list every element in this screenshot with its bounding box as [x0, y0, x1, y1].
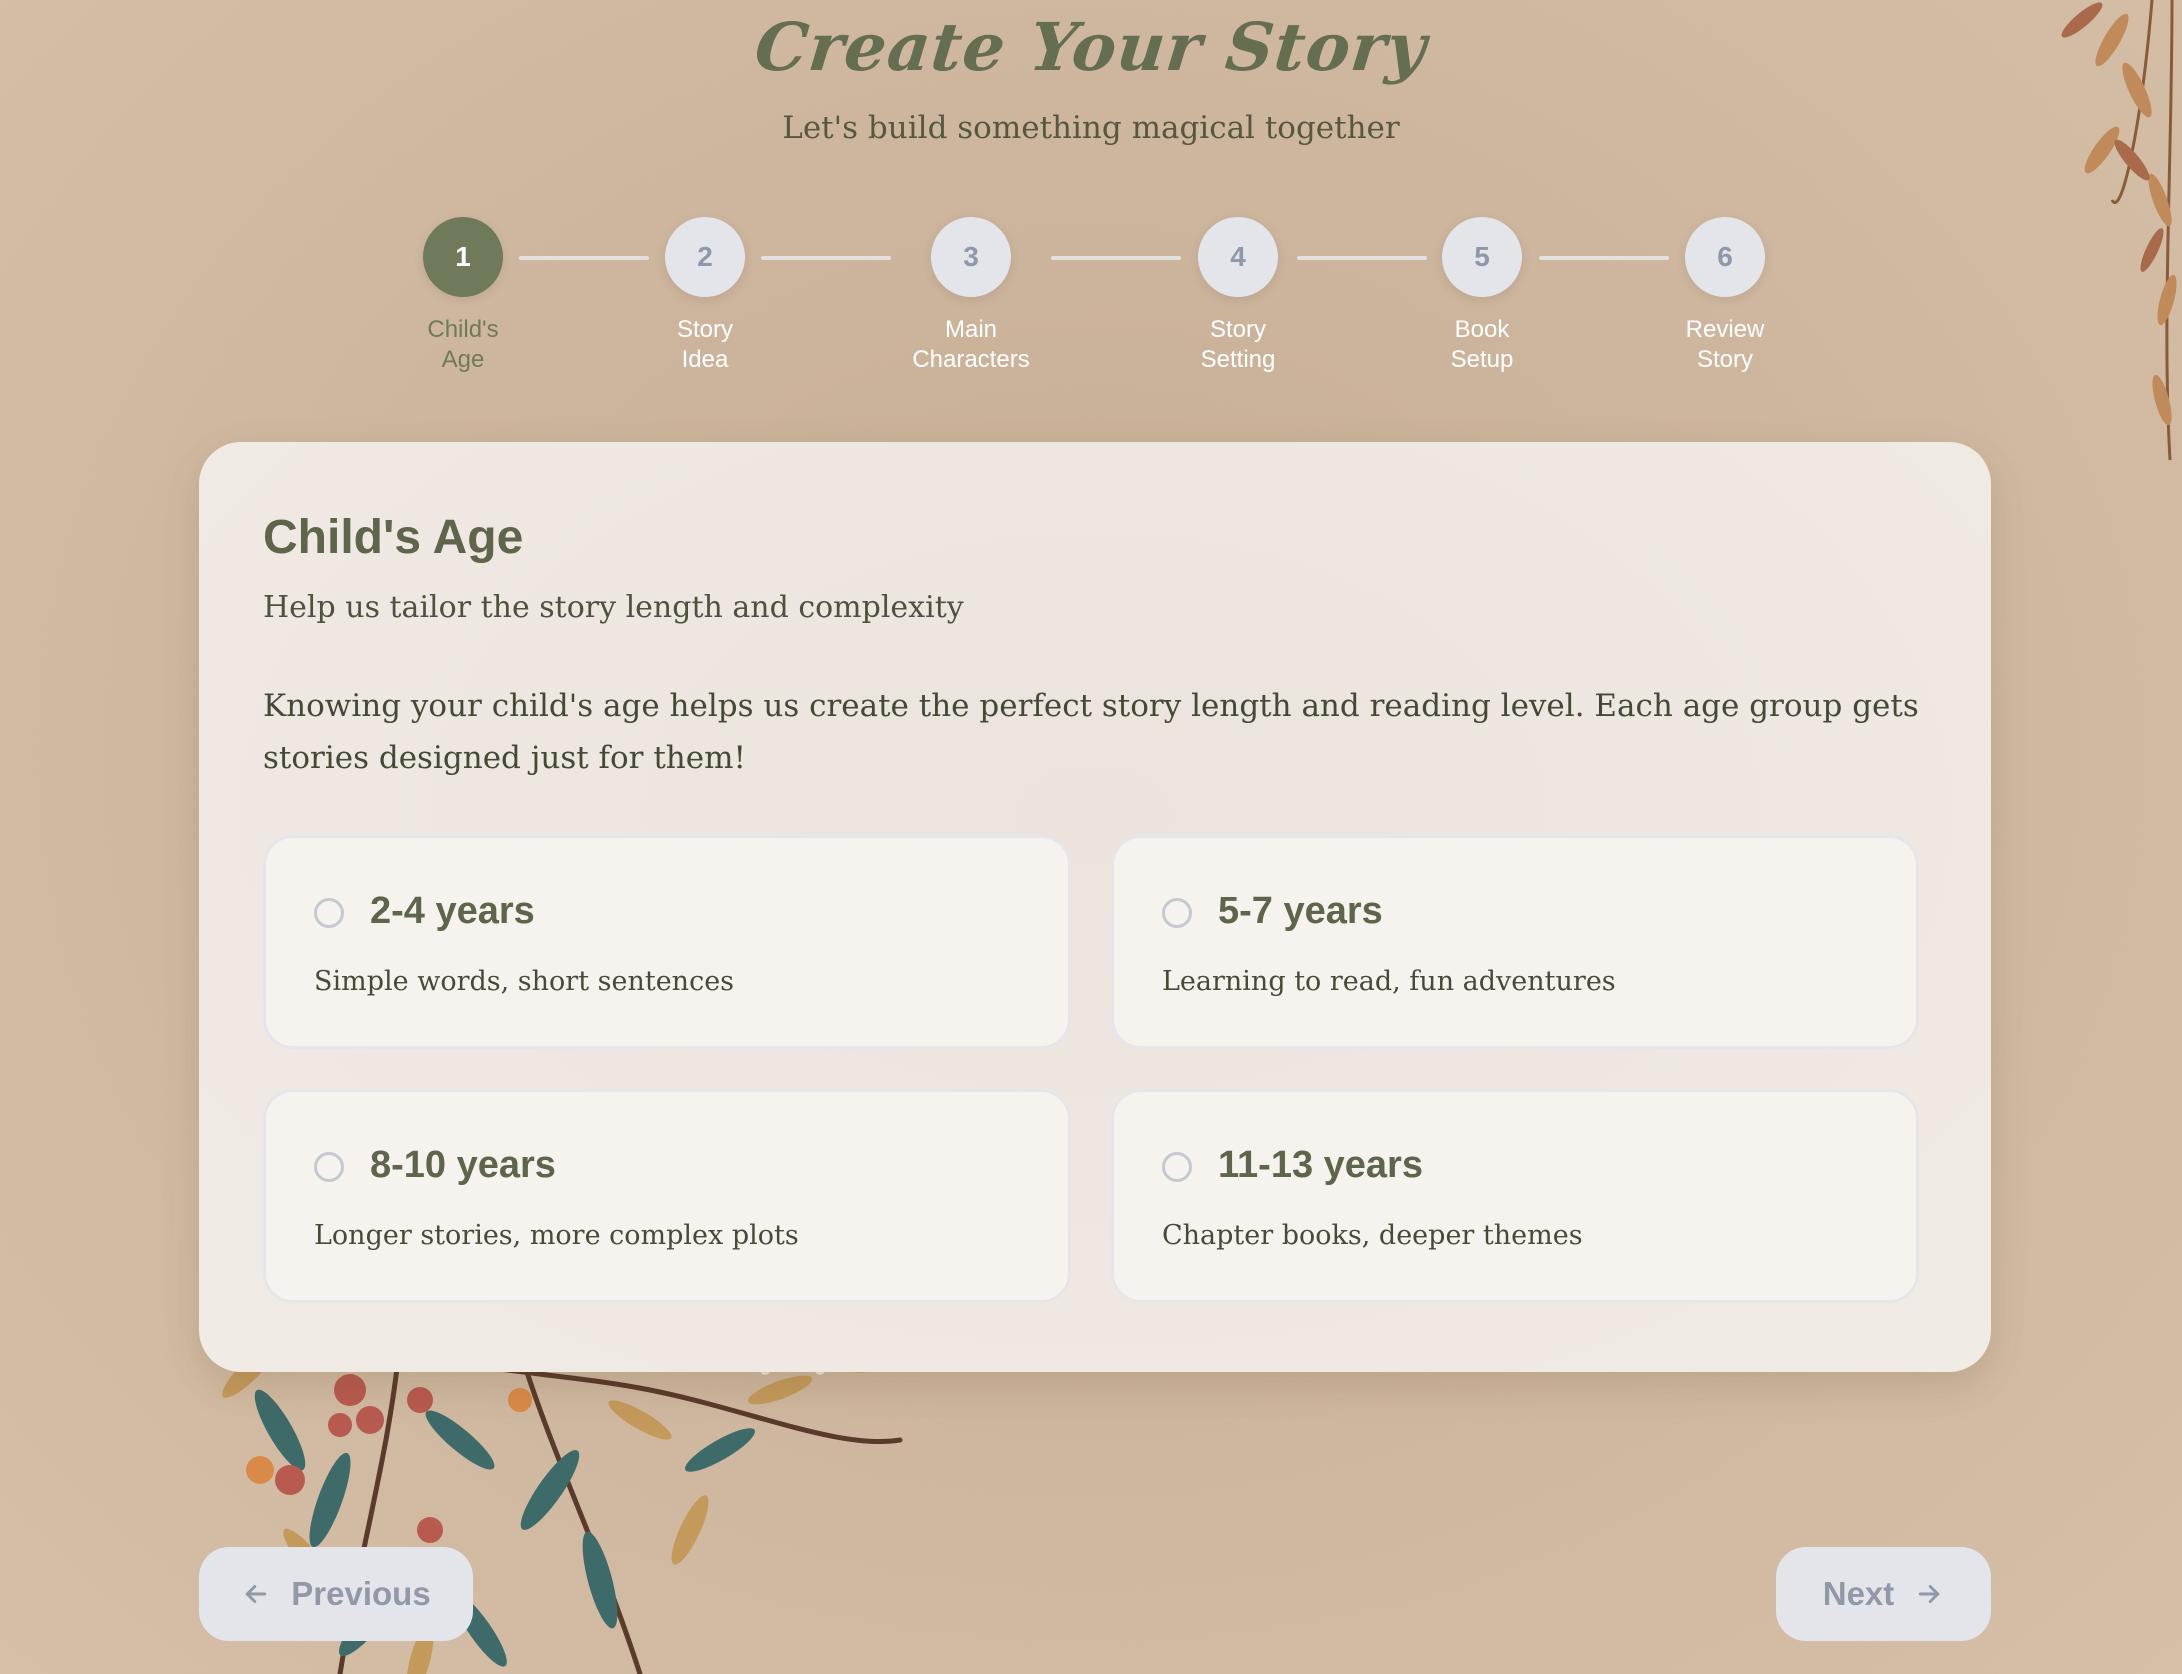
- step-number: 4: [1198, 217, 1278, 297]
- step-number: 2: [665, 217, 745, 297]
- option-description: Longer stories, more complex plots: [314, 1220, 799, 1251]
- age-option-8-10[interactable]: 8-10 years Longer stories, more complex …: [263, 1089, 1071, 1303]
- next-button[interactable]: Next: [1776, 1547, 1991, 1641]
- previous-label: Previous: [291, 1575, 431, 1612]
- card-description: Knowing your child's age helps us create…: [263, 688, 1919, 776]
- step-number: 1: [423, 217, 503, 297]
- option-label: 2-4 years: [370, 890, 535, 932]
- age-selection-card: Child's Age Help us tailor the story len…: [199, 442, 1991, 1372]
- step-label: Story Idea: [676, 316, 733, 373]
- step-label: Book Setup: [1450, 316, 1514, 373]
- option-description: Chapter books, deeper themes: [1162, 1220, 1583, 1251]
- arrow-left-icon: [246, 1585, 267, 1603]
- age-option-11-13[interactable]: 11-13 years Chapter books, deeper themes: [1111, 1089, 1919, 1303]
- step-number: 6: [1685, 217, 1765, 297]
- option-label: 11-13 years: [1218, 1144, 1423, 1186]
- progress-stepper: 1 Child's Age 2 Story Idea 3 Main Charac…: [0, 217, 2182, 387]
- option-description: Simple words, short sentences: [314, 966, 735, 997]
- step-review-story[interactable]: 6 Review Story: [1625, 217, 1825, 375]
- previous-button[interactable]: Previous: [199, 1547, 473, 1641]
- age-option-5-7[interactable]: 5-7 years Learning to read, fun adventur…: [1111, 835, 1919, 1049]
- age-option-2-4[interactable]: 2-4 years Simple words, short sentences: [263, 835, 1071, 1049]
- next-label: Next: [1822, 1575, 1895, 1612]
- arrow-right-icon: [1919, 1585, 1940, 1603]
- step-label: Child's Age: [427, 316, 499, 373]
- step-childs-age[interactable]: 1 Child's Age: [363, 217, 563, 375]
- option-description: Learning to read, fun adventures: [1162, 966, 1616, 997]
- page-subtitle: Let's build something magical together: [782, 110, 1400, 146]
- step-number: 5: [1442, 217, 1522, 297]
- option-label: 8-10 years: [370, 1144, 556, 1186]
- step-book-setup[interactable]: 5 Book Setup: [1382, 217, 1582, 375]
- step-label: Main Characters: [912, 316, 1030, 373]
- step-label: Story Setting: [1200, 316, 1276, 373]
- step-story-setting[interactable]: 4 Story Setting: [1138, 217, 1338, 375]
- step-story-idea[interactable]: 2 Story Idea: [605, 217, 805, 375]
- step-label: Review Story: [1685, 316, 1765, 373]
- card-subtitle: Help us tailor the story length and comp…: [263, 590, 964, 625]
- step-number: 3: [931, 217, 1011, 297]
- step-main-characters[interactable]: 3 Main Characters: [871, 217, 1071, 375]
- option-label: 5-7 years: [1218, 890, 1383, 932]
- page-title: Create Your Story: [751, 8, 1431, 86]
- radio-button[interactable]: [1162, 1152, 1192, 1182]
- radio-button[interactable]: [1162, 898, 1192, 928]
- radio-button[interactable]: [314, 898, 344, 928]
- card-title: Child's Age: [263, 511, 524, 564]
- radio-button[interactable]: [314, 1152, 344, 1182]
